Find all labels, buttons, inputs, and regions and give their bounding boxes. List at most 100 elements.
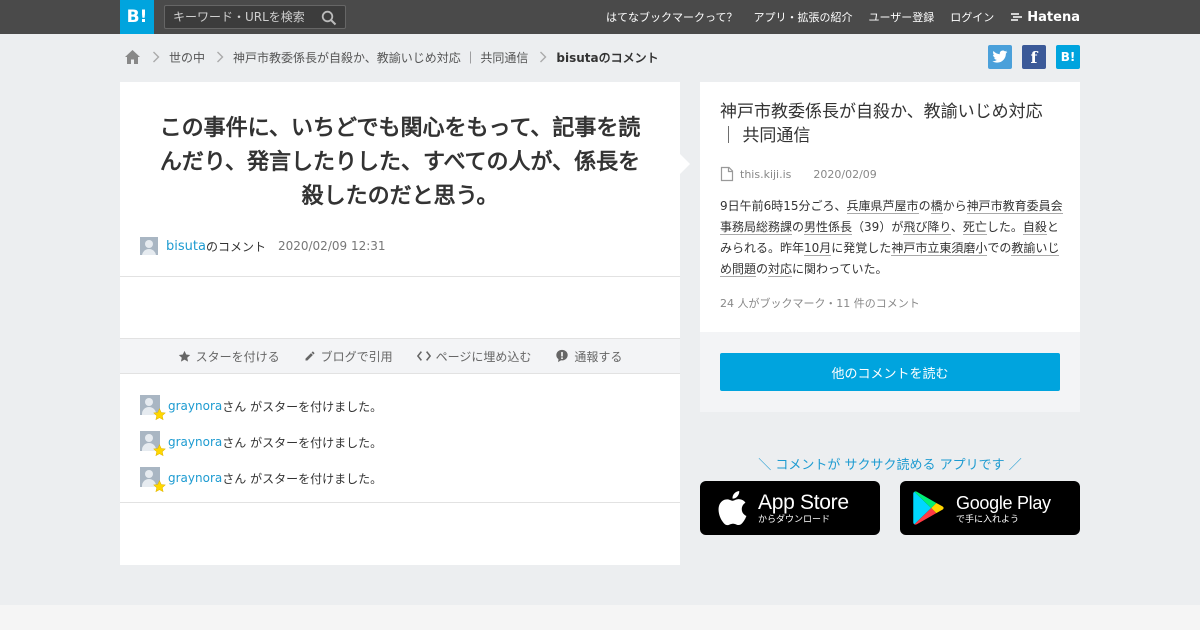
google-play-badge[interactable]: Google Play で手に入れよう [900, 481, 1080, 535]
star-item: graynora さん がスターを付けました。 [140, 395, 382, 421]
summary-text: に関わっていた。 [792, 262, 888, 276]
hatena-brand-text: Hatena [1027, 9, 1080, 25]
comment-date[interactable]: 2020/02/09 12:31 [278, 239, 386, 253]
chevron-right-icon [217, 51, 224, 63]
bookmark-counts[interactable]: 24 人がブックマーク・11 件のコメント [720, 295, 920, 311]
chevron-right-icon [153, 51, 160, 63]
keyword-link[interactable]: 橋 [930, 199, 943, 214]
keyword-link[interactable]: 男性係長 [804, 220, 853, 235]
add-star-button[interactable]: スターを付ける [178, 348, 280, 365]
entry-site[interactable]: this.kiji.is [740, 168, 791, 181]
summary-text: の [756, 262, 769, 276]
star-text: さん がスターを付けました。 [222, 471, 383, 486]
google-play-title: Google Play [956, 492, 1051, 513]
search-input[interactable] [165, 10, 315, 24]
report-icon [556, 349, 569, 363]
yellow-star-icon [153, 444, 166, 457]
comment-meta: bisuta のコメント 2020/02/09 12:31 [140, 237, 386, 255]
summary-text: （39）が [852, 220, 904, 234]
blog-quote-button[interactable]: ブログで引用 [304, 348, 393, 365]
app-store-title: App Store [758, 490, 849, 514]
comment-user-link[interactable]: bisuta [166, 239, 206, 254]
top-nav: はてなブックマークって？ アプリ・拡張の紹介 ユーザー登録 ログイン Haten… [590, 0, 1080, 34]
summary-text: に発覚した [831, 241, 892, 255]
card-pointer [680, 154, 690, 174]
star-list: graynora さん がスターを付けました。 graynora さん がスター… [140, 395, 383, 504]
star-item: graynora さん がスターを付けました。 [140, 431, 383, 457]
code-icon [416, 351, 431, 361]
summary-text: した。 [986, 220, 1023, 234]
yellow-star-icon [153, 480, 166, 493]
report-button[interactable]: 通報する [555, 348, 622, 365]
breadcrumb: 世の中 神戸市教委係長が自殺か、教諭いじめ対応 ｜ 共同通信 bisutaのコメ… [124, 46, 659, 68]
entry-title[interactable]: 神戸市教委係長が自殺か、教諭いじめ対応 ｜ 共同通信 [720, 100, 1065, 148]
summary-text: の [792, 220, 805, 234]
action-bar: スターを付ける ブログで引用 ページに埋め込む 通報する [120, 338, 680, 374]
apple-icon [718, 491, 747, 526]
comment-user-suffix: のコメント [205, 239, 266, 254]
entry-meta: this.kiji.is 2020/02/09 [720, 166, 877, 182]
app-promo-text: ＼ コメントが サクサク読める アプリです ／ [758, 458, 1022, 473]
search-box[interactable] [164, 5, 346, 29]
keyword-link[interactable]: 神戸市立東須磨小 [891, 241, 988, 256]
keyword-link[interactable]: 死亡 [962, 220, 987, 235]
star-user-avatar[interactable] [140, 467, 166, 493]
embed-label: ページに埋め込む [435, 349, 532, 364]
star-icon [178, 350, 190, 362]
entry-date: 2020/02/09 [813, 167, 877, 181]
nav-login[interactable]: ログイン [950, 9, 994, 25]
nav-apps[interactable]: アプリ・拡張の紹介 [754, 9, 853, 25]
star-text: さん がスターを付けました。 [222, 435, 383, 450]
user-avatar[interactable] [140, 237, 158, 255]
chevron-right-icon [540, 51, 547, 63]
summary-text: 9日午前6時15分ごろ、 [720, 199, 847, 213]
google-play-icon [913, 491, 944, 525]
read-more-comments-button[interactable]: 他のコメントを読む [720, 353, 1060, 391]
twitter-share-button[interactable] [988, 45, 1012, 69]
share-buttons: f B! [978, 45, 1080, 69]
blog-quote-label: ブログで引用 [320, 349, 393, 364]
hatena-share-button[interactable]: B! [1056, 45, 1080, 69]
twitter-icon [992, 50, 1008, 63]
yellow-star-icon [153, 408, 166, 421]
breadcrumb-current: bisutaのコメント [556, 50, 659, 65]
keyword-link[interactable]: 自殺 [1022, 220, 1047, 235]
summary-text: 、 [950, 220, 963, 234]
star-user-avatar[interactable] [140, 431, 166, 457]
top-bar: B! はてなブックマークって？ アプリ・拡張の紹介 ユーザー登録 ログイン Ha… [0, 0, 1200, 34]
nav-about[interactable]: はてなブックマークって？ [606, 9, 737, 25]
google-play-subtitle: で手に入れよう [956, 514, 1020, 525]
keyword-link[interactable]: 飛び降り [903, 220, 951, 235]
breadcrumb-category[interactable]: 世の中 [169, 49, 205, 66]
breadcrumb-entry[interactable]: 神戸市教委係長が自殺か、教諭いじめ対応 ｜ 共同通信 [233, 49, 528, 66]
keyword-link[interactable]: 10月 [804, 241, 832, 256]
add-star-label: スターを付ける [195, 349, 280, 364]
star-user-avatar[interactable] [140, 395, 166, 421]
page-icon [720, 166, 734, 182]
hatena-bookmark-logo[interactable]: B! [120, 0, 154, 34]
divider [120, 502, 680, 503]
comment-card: この事件に、いちどでも関心をもって、記事を読んだり、発言したりした、すべての人が… [120, 82, 680, 565]
keyword-link[interactable]: 兵庫県芦屋市 [846, 199, 919, 214]
entry-card: 神戸市教委係長が自殺か、教諭いじめ対応 ｜ 共同通信 this.kiji.is … [700, 82, 1080, 332]
comment-text: この事件に、いちどでも関心をもって、記事を読んだり、発言したりした、すべての人が… [159, 116, 641, 209]
facebook-share-button[interactable]: f [1022, 45, 1046, 69]
summary-text: での [987, 241, 1012, 255]
embed-button[interactable]: ページに埋め込む [416, 348, 532, 365]
app-store-subtitle: からダウンロード [758, 514, 831, 525]
summary-text: から [942, 199, 967, 213]
star-user-link[interactable]: graynora [168, 471, 222, 485]
summary-text: の [918, 199, 931, 213]
pencil-icon [305, 351, 315, 361]
hatena-brand[interactable]: Hatena [1010, 10, 1080, 25]
star-item: graynora さん がスターを付けました。 [140, 467, 383, 493]
report-label: 通報する [574, 349, 623, 364]
home-icon[interactable] [124, 49, 141, 65]
nav-register[interactable]: ユーザー登録 [869, 9, 935, 25]
star-user-link[interactable]: graynora [168, 435, 222, 449]
search-icon[interactable] [321, 10, 337, 26]
keyword-link[interactable]: 対応 [768, 262, 793, 277]
app-store-badge[interactable]: App Store からダウンロード [700, 481, 880, 535]
divider [120, 276, 680, 277]
star-user-link[interactable]: graynora [168, 399, 222, 413]
